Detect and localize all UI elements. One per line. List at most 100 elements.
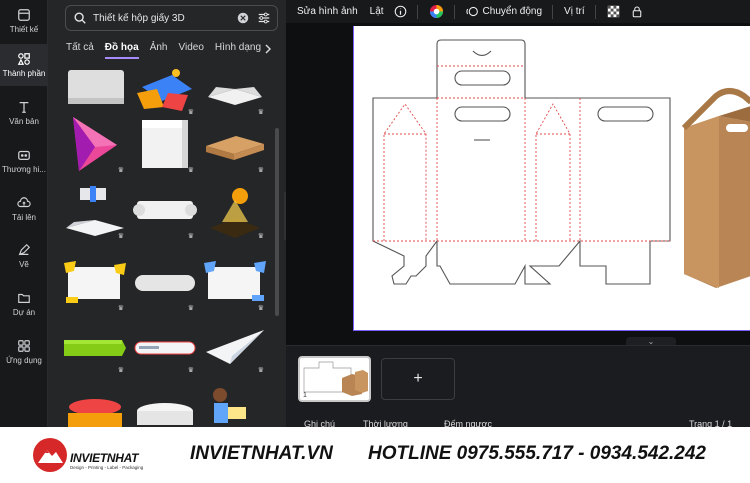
graphic-item[interactable]: ♛ — [200, 62, 270, 118]
sidebar-item-label: Thương hi... — [2, 165, 46, 174]
sidebar-item-label: Văn bản — [9, 117, 39, 126]
filter-icon[interactable] — [257, 11, 271, 25]
tab-all[interactable]: Tất cả — [66, 42, 94, 59]
brand-icon — [18, 150, 30, 160]
page-thumbnail[interactable]: 1 — [298, 356, 371, 402]
graphic-item[interactable]: ♛ — [130, 62, 200, 118]
premium-crown-icon: ♛ — [117, 233, 124, 240]
left-sidebar: Thiết kế Thành phần Văn bản Thương hi...… — [0, 0, 48, 427]
pages-strip: 1 + Ghi chú Thời lượng Đếm ngược Trang 1… — [286, 345, 750, 429]
paper-plane-graphic — [206, 330, 264, 364]
panel-tabs: Tất cả Đồ họa Ảnh Video Hình dạng — [66, 42, 272, 59]
premium-crown-icon: ♛ — [187, 233, 194, 240]
design-canvas[interactable] — [353, 26, 750, 331]
mountain-logo-icon — [33, 438, 67, 472]
premium-crown-icon: ♛ — [187, 167, 194, 174]
page-number: 1 — [303, 392, 307, 399]
tab-photos[interactable]: Ảnh — [150, 42, 168, 59]
branding-footer: INVIETNHAT Design - Printing - Label - P… — [0, 427, 750, 483]
premium-crown-icon: ♛ — [257, 367, 264, 374]
chevron-right-icon[interactable] — [264, 44, 272, 54]
graphic-item[interactable] — [60, 62, 130, 118]
editor-workspace: ⌄ — [286, 23, 750, 346]
sticky-note-graphic — [64, 261, 126, 303]
lock-icon[interactable] — [631, 5, 643, 18]
white-box-top-graphic — [68, 70, 124, 104]
open-box-graphic — [208, 87, 262, 105]
clear-search-icon[interactable] — [237, 12, 249, 24]
graphic-item[interactable]: ♛ — [200, 180, 270, 242]
box-dieline-graphic[interactable] — [354, 26, 750, 331]
design-icon — [18, 9, 30, 21]
graphics-gallery: ♛ ♛ ♛ ♛ ♛ ♛ ♛ ♛ ♛ ♛ ♛ ♛ ♛ ♛ — [60, 62, 276, 427]
brand-name: INVIETNHAT — [70, 451, 139, 465]
premium-crown-icon: ♛ — [257, 233, 264, 240]
sidebar-item-draw[interactable]: Vẽ — [0, 243, 48, 273]
brand-tagline: Design - Printing - Label - Packaging — [70, 465, 144, 470]
add-page-button[interactable]: + — [381, 358, 455, 400]
pink-pyramid-graphic — [73, 117, 117, 171]
sidebar-item-label: Dự án — [12, 308, 36, 317]
search-input[interactable]: Thiết kế hộp giấy 3D — [93, 13, 237, 24]
graphic-item[interactable]: ♛ — [130, 180, 200, 242]
tab-graphics[interactable]: Đồ họa — [104, 42, 139, 59]
sidebar-item-projects[interactable]: Dự án — [0, 291, 48, 321]
sidebar-item-label: Thiết kế — [9, 25, 39, 34]
premium-crown-icon: ♛ — [117, 367, 124, 374]
person-illustration-graphic — [213, 388, 246, 423]
flip-button[interactable]: Lật — [370, 6, 384, 17]
elements-icon — [17, 53, 30, 65]
search-box[interactable]: Thiết kế hộp giấy 3D — [65, 5, 278, 31]
graphic-item[interactable]: ♛ — [200, 112, 270, 176]
animate-button[interactable]: Chuyển động — [465, 5, 543, 18]
info-icon[interactable] — [394, 5, 407, 18]
graphic-item[interactable]: ♛ — [200, 252, 270, 314]
sidebar-item-apps[interactable]: Ứng dụng — [0, 339, 48, 369]
sidebar-item-upload[interactable]: Tải lên — [0, 196, 48, 226]
colorful-box-graphic — [137, 69, 192, 111]
tab-videos[interactable]: Video — [178, 42, 203, 59]
kraft-box-illustration — [681, 88, 750, 288]
green-ribbon-graphic — [64, 340, 126, 356]
color-wheel-icon[interactable] — [429, 4, 444, 19]
graphic-item[interactable]: ♛ — [130, 112, 200, 176]
panel-scrollbar[interactable] — [275, 128, 279, 316]
graphic-item[interactable]: ♛ — [130, 252, 200, 314]
graphic-item[interactable]: ♛ — [200, 320, 270, 376]
premium-crown-icon: ♛ — [117, 305, 124, 312]
graphic-item[interactable]: ♛ — [60, 112, 130, 176]
sidebar-item-label: Ứng dụng — [6, 356, 42, 365]
sidebar-item-text[interactable]: Văn bản — [0, 100, 48, 130]
toolbar-divider — [594, 4, 596, 19]
sidebar-item-elements[interactable]: Thành phần — [0, 44, 48, 86]
graphic-item[interactable] — [200, 382, 270, 427]
search-bar-graphic — [134, 341, 196, 355]
edit-image-button[interactable]: Sửa hình ảnh — [297, 6, 358, 17]
stacked-boxes-graphic — [68, 399, 122, 427]
sidebar-item-brand[interactable]: Thương hi... — [0, 148, 48, 178]
animate-icon — [465, 6, 478, 17]
website-text: INVIETNHAT.VN — [190, 443, 333, 464]
podium-graphic — [137, 403, 193, 425]
text-icon — [19, 102, 29, 113]
premium-crown-icon: ♛ — [117, 167, 124, 174]
graphic-item[interactable]: ♛ — [130, 320, 200, 376]
graphic-item[interactable]: ♛ — [60, 320, 130, 376]
premium-crown-icon: ♛ — [257, 167, 264, 174]
premium-crown-icon: ♛ — [187, 305, 194, 312]
graphic-item[interactable]: ♛ — [60, 252, 130, 314]
animate-label: Chuyển động — [482, 6, 543, 17]
sidebar-item-design[interactable]: Thiết kế — [0, 4, 48, 42]
position-button[interactable]: Vị trí — [564, 6, 585, 17]
page-handle[interactable]: ⌄ — [626, 337, 676, 346]
graphic-item[interactable] — [130, 382, 200, 427]
sidebar-item-label: Tải lên — [11, 213, 36, 222]
hotline-text: HOTLINE 0975.555.717 - 0934.542.242 — [368, 443, 707, 464]
tab-shapes[interactable]: Hình dạng — [215, 42, 261, 59]
search-icon — [74, 12, 86, 24]
invietnhat-logo: INVIETNHAT Design - Printing - Label - P… — [32, 437, 162, 475]
transparency-icon[interactable] — [607, 5, 620, 18]
rounded-bar-graphic — [135, 275, 195, 291]
graphic-item[interactable] — [60, 382, 130, 427]
graphic-item[interactable]: ♛ — [60, 180, 130, 242]
